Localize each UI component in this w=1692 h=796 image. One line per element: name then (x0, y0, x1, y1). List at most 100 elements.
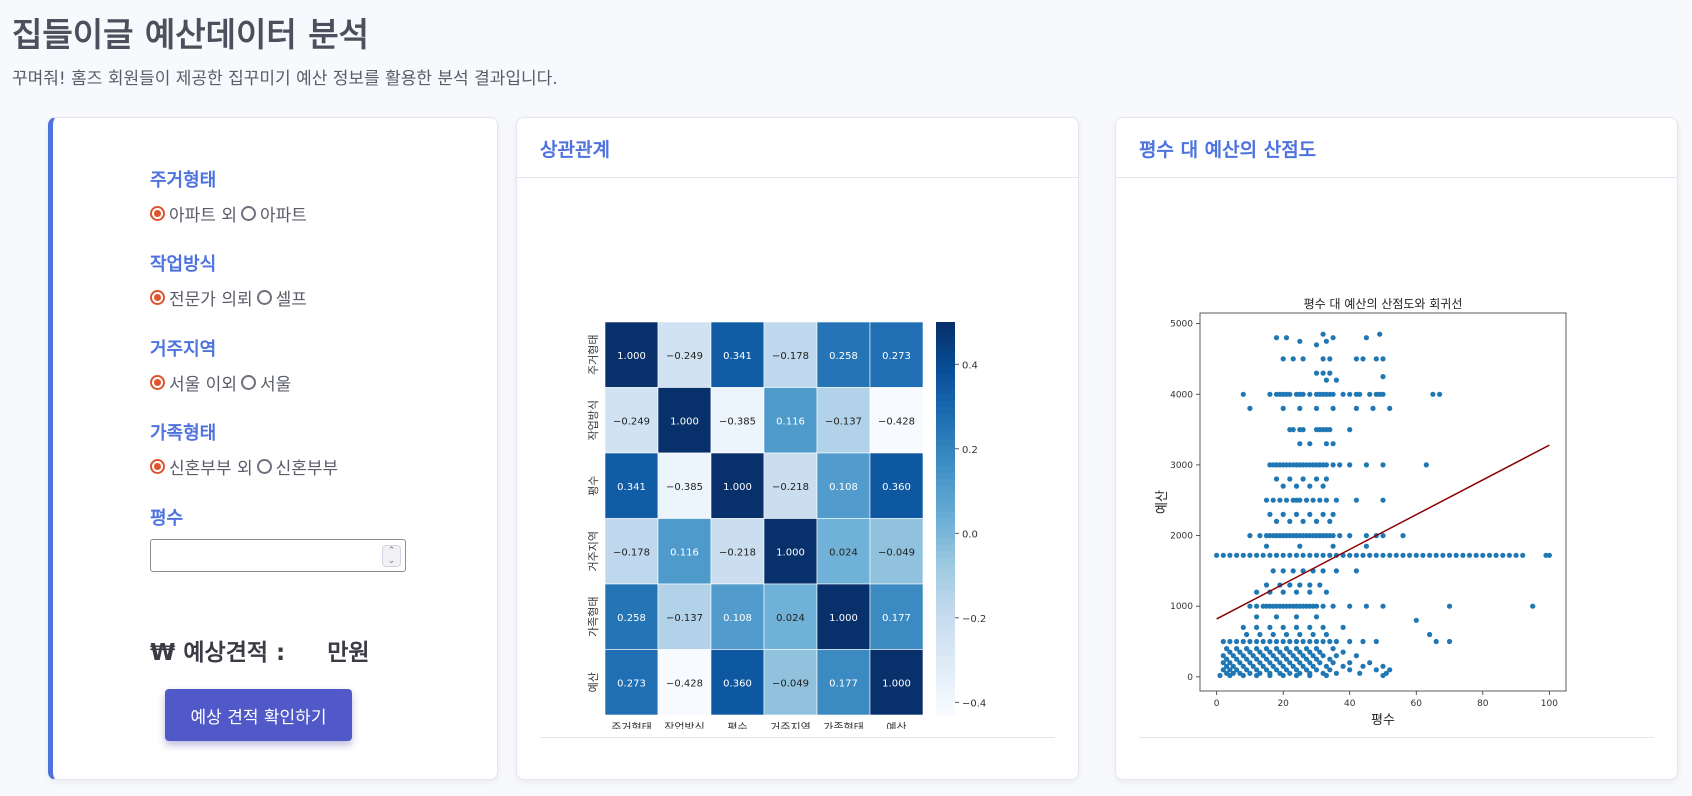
scatter-point (1323, 338, 1329, 344)
scatter-point (1367, 391, 1373, 397)
scatter-point (1283, 631, 1290, 638)
heatmap-value: 0.024 (776, 613, 805, 624)
work-method-option-self[interactable]: 셀프 (276, 285, 307, 310)
colorbar-segment (936, 570, 955, 579)
scatter-point (1313, 638, 1320, 645)
colorbar-segment (936, 439, 955, 448)
scatter-point (1297, 441, 1303, 447)
scatter-point (1287, 518, 1293, 524)
heatmap-value: 0.116 (670, 547, 699, 558)
housing-type-option-non-apartment[interactable]: 아파트 외 (169, 201, 237, 226)
scatter-point (1530, 603, 1536, 609)
colorbar-segment (936, 688, 955, 696)
scatter-point (1353, 356, 1359, 362)
colorbar-tick-label: 0.4 (962, 360, 978, 371)
region-radio-seoul[interactable] (240, 375, 256, 390)
housing-type-label: 주거형태 (150, 170, 217, 191)
scatter-point (1347, 462, 1353, 468)
heatmap-x-tick: 주거형태 (611, 721, 651, 729)
scatter-point (1287, 552, 1293, 558)
scatter-point (1307, 483, 1313, 489)
heatmap-y-tick: 예산 (587, 672, 600, 692)
chevron-down-icon[interactable]: ⌄ (383, 556, 400, 566)
scatter-point (1234, 552, 1240, 558)
region-radio-non-seoul[interactable] (150, 375, 165, 390)
scatter-card-title: 평수 대 예산의 산점도 (1116, 118, 1677, 178)
heatmap-x-tick: 작업방식 (664, 721, 704, 729)
housing-type-option-apartment[interactable]: 아파트 (260, 201, 307, 226)
scatter-point (1214, 552, 1220, 558)
scatter-point (1380, 663, 1386, 669)
colorbar-segment (936, 623, 955, 631)
heatmap-value: 0.177 (829, 678, 858, 689)
housing-type-radio-apartment[interactable] (240, 206, 256, 221)
colorbar-segment (936, 348, 955, 356)
scatter-point (1407, 552, 1413, 558)
scatter-point (1227, 672, 1233, 679)
scatter-point (1513, 552, 1519, 558)
chevron-up-icon[interactable]: ⌃ (383, 546, 400, 556)
work-method-option-expert[interactable]: 전문가 의뢰 (169, 285, 253, 310)
colorbar-segment (936, 394, 955, 402)
heatmap-value: 0.273 (882, 351, 911, 362)
scatter-point (1297, 497, 1303, 503)
scatter-point (1254, 638, 1260, 645)
colorbar-segment (936, 584, 955, 592)
area-stepper[interactable]: ⌃ ⌄ (382, 545, 401, 567)
heatmap-value: −0.428 (666, 678, 703, 689)
scatter-point (1300, 427, 1306, 433)
colorbar-segment (936, 564, 955, 572)
work-method-radio-self[interactable] (256, 290, 272, 305)
colorbar-segment (936, 629, 955, 637)
scatter-point (1273, 552, 1280, 558)
heatmap-value: 0.108 (829, 482, 858, 493)
scatter-point (1270, 497, 1276, 503)
scatter-point (1290, 356, 1296, 362)
scatter-point (1377, 331, 1383, 337)
region-option-seoul[interactable]: 서울 (260, 370, 291, 395)
y-tick-label: 0 (1187, 673, 1193, 683)
scatter-point (1330, 462, 1336, 468)
check-estimate-button[interactable]: 예상 견적 확인하기 (165, 689, 352, 741)
scatter-plot: 평수 대 예산의 산점도와 회귀선0 20 40 60 80 10001000200030… (1155, 297, 1567, 728)
scatter-point (1320, 603, 1326, 609)
housing-type-radio-non-apartment[interactable] (150, 206, 165, 221)
scatter-point (1433, 552, 1439, 558)
work-method-radio-expert[interactable] (150, 290, 165, 305)
colorbar-segment (936, 479, 955, 487)
scatter-point (1330, 646, 1336, 652)
scatter-point (1247, 405, 1253, 411)
scatter-point (1293, 552, 1300, 558)
heatmap-value: −0.049 (878, 547, 915, 558)
area-number-input[interactable]: ⌃ ⌄ (150, 539, 406, 572)
heatmap-value: 1.000 (776, 547, 805, 558)
heatmap-value: 0.273 (617, 678, 646, 689)
colorbar-tick-label: −0.2 (962, 614, 986, 625)
colorbar-segment (936, 669, 955, 677)
family-type-radio-non-newlywed[interactable] (150, 459, 165, 474)
scatter-point (1313, 614, 1320, 620)
region-option-non-seoul[interactable]: 서울 이외 (169, 370, 237, 395)
family-type-option-non-newlywed[interactable]: 신혼부부 외 (169, 454, 253, 479)
scatter-point (1330, 391, 1336, 397)
family-type-option-newlywed[interactable]: 신혼부부 (276, 454, 339, 479)
scatter-point (1357, 391, 1363, 397)
colorbar-segment (936, 597, 955, 605)
colorbar-segment (936, 662, 955, 670)
scatter-point (1320, 370, 1326, 376)
scatter-point (1277, 497, 1283, 503)
colorbar-segment (936, 590, 955, 598)
heatmap-value: −0.137 (666, 613, 703, 624)
scatter-point (1287, 391, 1293, 397)
scatter-point (1320, 483, 1326, 489)
scatter-point (1330, 335, 1336, 341)
scatter-point (1313, 405, 1320, 411)
scatter-point (1400, 552, 1406, 558)
colorbar-segment (936, 642, 955, 651)
family-type-radio-newlywed[interactable] (256, 459, 272, 474)
scatter-point (1446, 603, 1453, 609)
scatter-point (1254, 672, 1260, 679)
scatter-point (1280, 568, 1286, 574)
colorbar-segment (936, 708, 955, 716)
colorbar-segment (936, 361, 955, 369)
